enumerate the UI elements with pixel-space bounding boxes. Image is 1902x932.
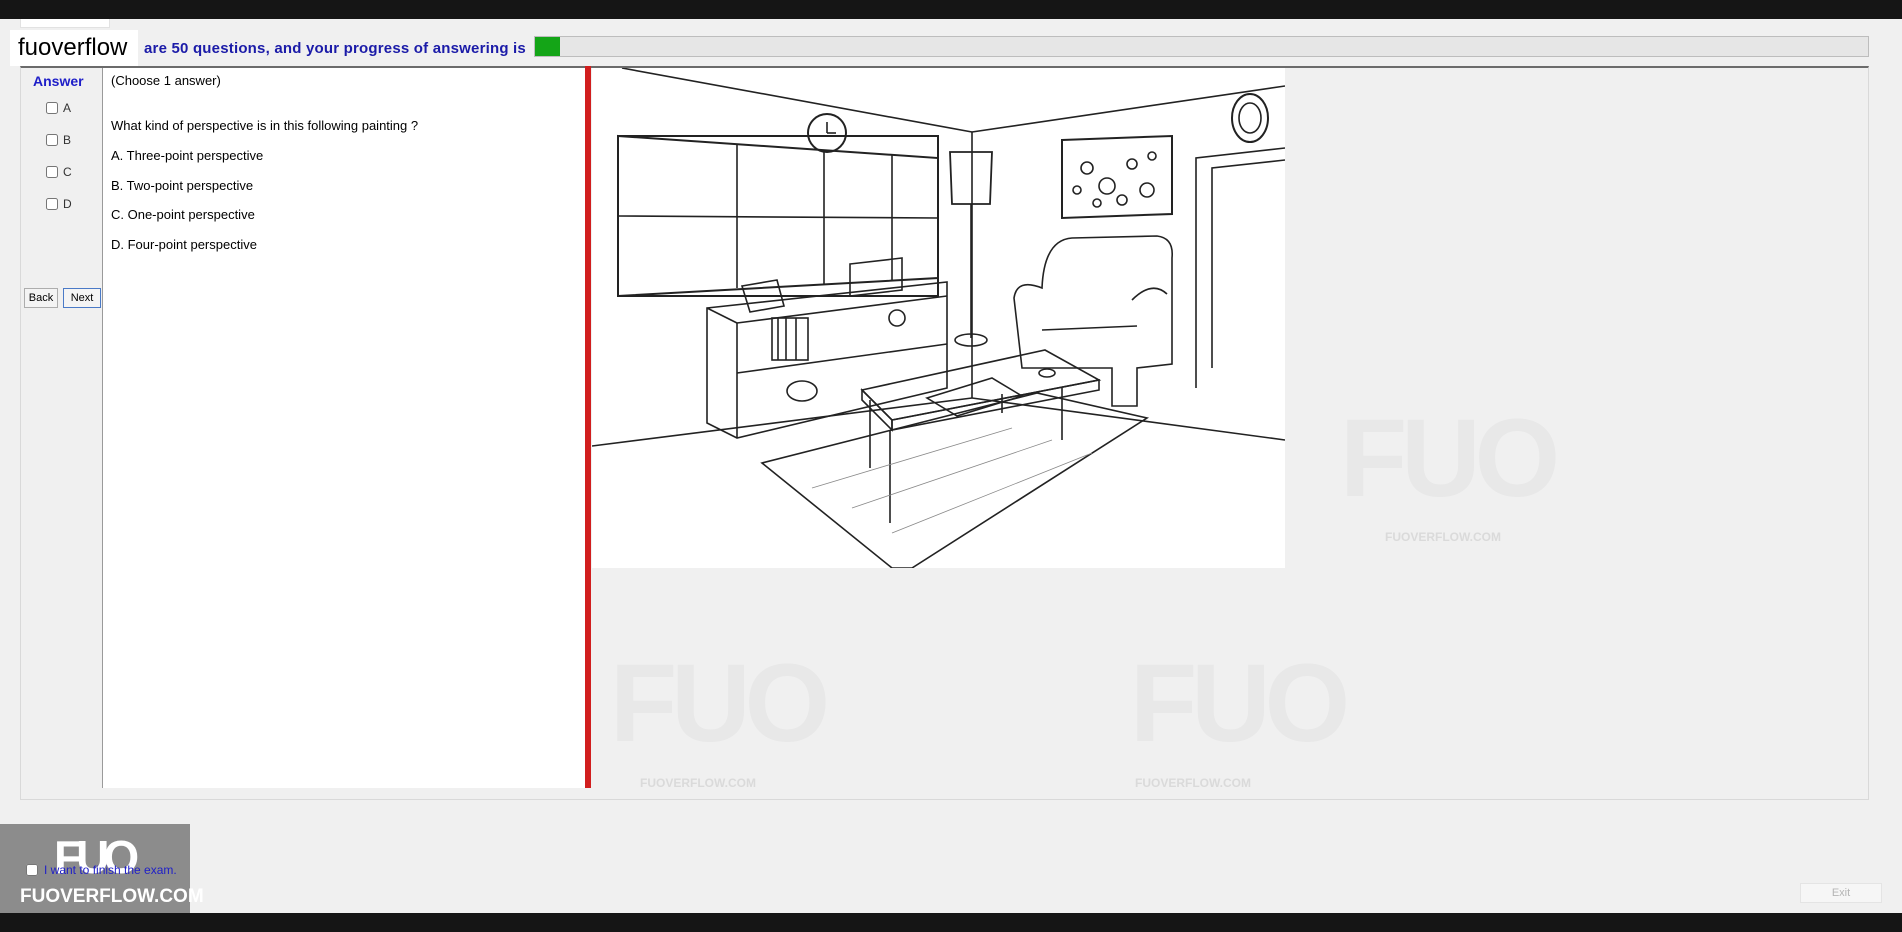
window-tab	[20, 19, 110, 28]
progress-bar	[534, 36, 1869, 57]
watermark-logo: FUO	[1130, 642, 1350, 765]
progress-bar-fill	[535, 37, 561, 56]
answer-option-label: A	[63, 101, 72, 115]
answer-option-c[interactable]: C	[46, 165, 72, 179]
question-image	[592, 68, 1285, 568]
answer-option-label: C	[63, 165, 72, 179]
progress-label: are 50 questions, and your progress of a…	[144, 40, 526, 57]
question-choice-c: C. One-point perspective	[111, 207, 255, 222]
question-instruction: (Choose 1 answer)	[111, 73, 221, 88]
watermark-site: FUOVERFLOW.COM	[1385, 530, 1501, 544]
top-black-bar	[0, 0, 1902, 19]
answer-title: Answer	[33, 73, 84, 89]
fuoverflow-logo: fuoverflow	[10, 30, 138, 66]
answer-checkbox-c[interactable]	[46, 166, 58, 178]
finish-exam-checkbox[interactable]	[26, 864, 38, 876]
question-choice-d: D. Four-point perspective	[111, 237, 257, 252]
panel-splitter[interactable]	[585, 66, 591, 788]
bottom-black-bar	[0, 913, 1902, 932]
watermark-site: FUOVERFLOW.COM	[1135, 776, 1251, 790]
answer-checkbox-d[interactable]	[46, 198, 58, 210]
badge-site-text: FUOVERFLOW.COM	[20, 886, 204, 907]
answer-checkbox-a[interactable]	[46, 102, 58, 114]
question-choice-b: B. Two-point perspective	[111, 178, 254, 193]
exit-button[interactable]: Exit	[1800, 883, 1882, 903]
back-button[interactable]: Back	[24, 288, 58, 308]
question-panel: (Choose 1 answer) What kind of perspecti…	[102, 68, 586, 788]
answer-option-d[interactable]: D	[46, 197, 72, 211]
watermark-logo: FUO	[610, 642, 830, 765]
answer-checkbox-b[interactable]	[46, 134, 58, 146]
finish-exam-option[interactable]: I want to finish the exam.	[26, 863, 177, 877]
answer-option-a[interactable]: A	[46, 101, 71, 115]
answer-option-b[interactable]: B	[46, 133, 71, 147]
room-drawing	[592, 68, 1285, 568]
question-choice-a: A. Three-point perspective	[111, 148, 264, 163]
question-prompt: What kind of perspective is in this foll…	[111, 118, 419, 133]
next-button[interactable]: Next	[63, 288, 101, 308]
watermark-logo: FUO	[1340, 397, 1560, 520]
answer-option-label: D	[63, 197, 72, 211]
answer-option-label: B	[63, 133, 72, 147]
watermark-site: FUOVERFLOW.COM	[640, 776, 756, 790]
finish-exam-label: I want to finish the exam.	[44, 863, 177, 877]
